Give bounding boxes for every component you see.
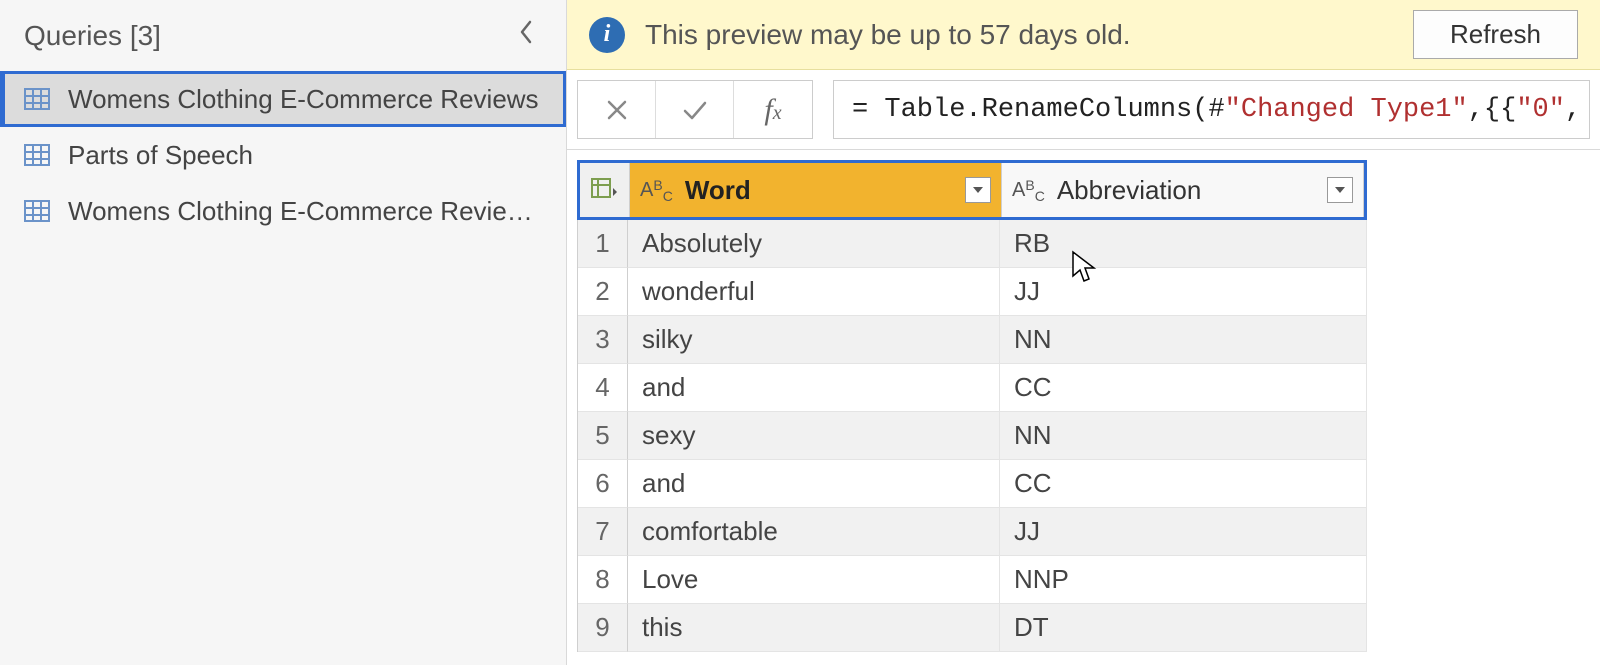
table-icon <box>24 88 50 110</box>
cell-abbr[interactable]: JJ <box>1000 508 1367 556</box>
table-row[interactable]: 1AbsolutelyRB <box>578 220 1367 268</box>
column-header-word[interactable]: ABC Word <box>630 163 1002 217</box>
row-number[interactable]: 9 <box>578 604 628 652</box>
table-row[interactable]: 6andCC <box>578 460 1367 508</box>
cell-abbr[interactable]: JJ <box>1000 268 1367 316</box>
data-grid: 1AbsolutelyRB2wonderfulJJ3silkyNN4andCC5… <box>577 220 1367 652</box>
cell-word[interactable]: Love <box>628 556 1000 604</box>
query-item-label: Womens Clothing E-Commerce Review... <box>68 196 542 227</box>
queries-title: Queries [3] <box>24 20 161 52</box>
cell-abbr[interactable]: NN <box>1000 412 1367 460</box>
column-header-abbr-label: Abbreviation <box>1057 175 1202 206</box>
cell-word[interactable]: and <box>628 460 1000 508</box>
row-number[interactable]: 4 <box>578 364 628 412</box>
text-type-icon: ABC <box>1012 180 1045 200</box>
formula-accept-button[interactable] <box>656 81 734 138</box>
refresh-button[interactable]: Refresh <box>1413 10 1578 59</box>
row-number[interactable]: 3 <box>578 316 628 364</box>
query-item-label: Parts of Speech <box>68 140 253 171</box>
cell-word[interactable]: comfortable <box>628 508 1000 556</box>
preview-age-bar: i This preview may be up to 57 days old.… <box>567 0 1600 70</box>
info-icon: i <box>589 17 625 53</box>
table-row[interactable]: 3silkyNN <box>578 316 1367 364</box>
cell-word[interactable]: sexy <box>628 412 1000 460</box>
table-row[interactable]: 2wonderfulJJ <box>578 268 1367 316</box>
cell-word[interactable]: wonderful <box>628 268 1000 316</box>
column-filter-button-abbr[interactable] <box>1327 177 1353 203</box>
column-filter-button-word[interactable] <box>965 177 991 203</box>
table-row[interactable]: 4andCC <box>578 364 1367 412</box>
row-number[interactable]: 1 <box>578 220 628 268</box>
collapse-pane-chevron-icon[interactable] <box>510 18 542 53</box>
column-header-abbreviation[interactable]: ABC Abbreviation <box>1002 163 1364 217</box>
query-list: Womens Clothing E-Commerce Reviews Parts … <box>0 71 566 239</box>
table-icon <box>24 144 50 166</box>
row-number[interactable]: 7 <box>578 508 628 556</box>
row-number[interactable]: 6 <box>578 460 628 508</box>
query-item-label: Womens Clothing E-Commerce Reviews <box>68 84 539 115</box>
cell-abbr[interactable]: NNP <box>1000 556 1367 604</box>
cell-word[interactable]: Absolutely <box>628 220 1000 268</box>
formula-text-prefix: = Table.RenameColumns(# <box>852 95 1225 125</box>
formula-text-str2: "0" <box>1516 95 1565 125</box>
cell-abbr[interactable]: NN <box>1000 316 1367 364</box>
main-area: i This preview may be up to 57 days old.… <box>567 0 1600 665</box>
table-row[interactable]: 5sexyNN <box>578 412 1367 460</box>
table-header-row: ABC Word ABC Abbreviation <box>577 160 1367 220</box>
row-number[interactable]: 8 <box>578 556 628 604</box>
text-type-icon: ABC <box>640 180 673 200</box>
cell-abbr[interactable]: CC <box>1000 460 1367 508</box>
formula-text-mid: ,{{ <box>1468 95 1517 125</box>
formula-text-suffix: , <box>1565 95 1581 125</box>
queries-pane-header: Queries [3] <box>0 10 566 71</box>
table-row[interactable]: 7comfortableJJ <box>578 508 1367 556</box>
cell-abbr[interactable]: DT <box>1000 604 1367 652</box>
fx-icon[interactable]: fx <box>734 81 812 138</box>
formula-input[interactable]: = Table.RenameColumns(#"Changed Type1",{… <box>833 80 1590 139</box>
formula-bar: fx = Table.RenameColumns(#"Changed Type1… <box>567 70 1600 150</box>
formula-cancel-button[interactable] <box>578 81 656 138</box>
formula-text-str1: "Changed Type1" <box>1225 95 1468 125</box>
table-row[interactable]: 8LoveNNP <box>578 556 1367 604</box>
cell-word[interactable]: silky <box>628 316 1000 364</box>
query-item[interactable]: Parts of Speech <box>0 127 566 183</box>
cell-word[interactable]: this <box>628 604 1000 652</box>
formula-bar-controls: fx <box>577 80 813 139</box>
cell-abbr[interactable]: RB <box>1000 220 1367 268</box>
table-icon <box>24 200 50 222</box>
column-header-word-label: Word <box>685 175 751 206</box>
preview-age-text: This preview may be up to 57 days old. <box>645 19 1131 51</box>
table-options-button[interactable] <box>580 163 630 217</box>
queries-pane: Queries [3] Womens Clothing E-Commerce R… <box>0 0 567 665</box>
query-item[interactable]: Womens Clothing E-Commerce Reviews <box>0 71 566 127</box>
table-row[interactable]: 9thisDT <box>578 604 1367 652</box>
row-number[interactable]: 5 <box>578 412 628 460</box>
query-item[interactable]: Womens Clothing E-Commerce Review... <box>0 183 566 239</box>
cell-abbr[interactable]: CC <box>1000 364 1367 412</box>
row-number[interactable]: 2 <box>578 268 628 316</box>
cell-word[interactable]: and <box>628 364 1000 412</box>
